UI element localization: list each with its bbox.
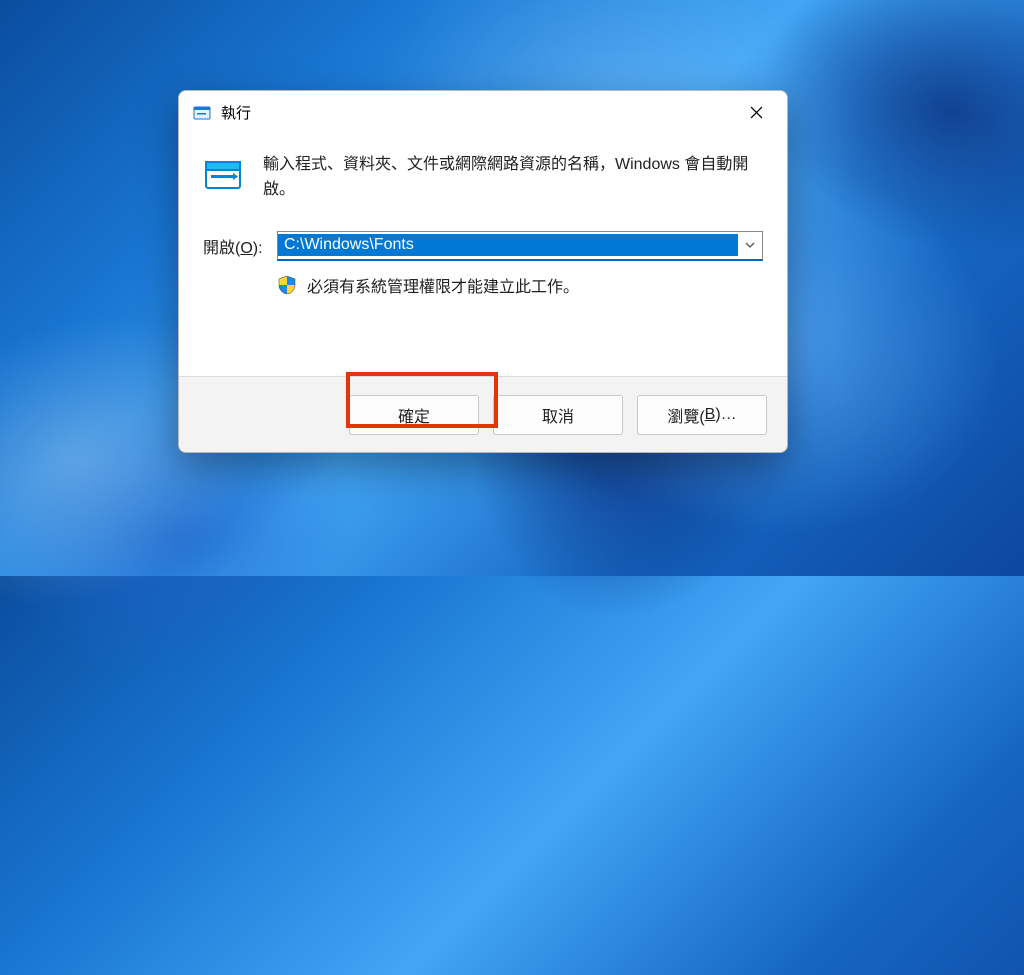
chevron-down-icon[interactable] xyxy=(738,232,762,259)
button-bar: 確定 取消 瀏覽(B)… xyxy=(179,376,787,452)
cancel-button[interactable]: 取消 xyxy=(493,395,623,435)
titlebar[interactable]: 執行 xyxy=(179,91,787,135)
run-prompt-icon xyxy=(203,155,243,195)
close-button[interactable] xyxy=(733,98,779,128)
path-input-value[interactable]: C:\Windows\Fonts xyxy=(278,234,738,256)
dialog-body: 輸入程式、資料夾、文件或網際網路資源的名稱，Windows 會自動開啟。 開啟(… xyxy=(179,135,787,376)
admin-notice: 必須有系統管理權限才能建立此工作。 xyxy=(307,273,579,297)
run-dialog-icon xyxy=(193,104,211,122)
dialog-title: 執行 xyxy=(221,102,251,123)
ok-button[interactable]: 確定 xyxy=(349,395,479,435)
path-combobox[interactable]: C:\Windows\Fonts xyxy=(277,231,763,261)
dialog-description: 輸入程式、資料夾、文件或網際網路資源的名稱，Windows 會自動開啟。 xyxy=(263,153,763,203)
open-label: 開啟(O): xyxy=(203,234,267,258)
run-dialog: 執行 輸入程式、資料夾、文件或網際網路資源的名稱，Windows 會自動開啟。 … xyxy=(178,90,788,453)
uac-shield-icon xyxy=(277,275,297,295)
browse-button[interactable]: 瀏覽(B)… xyxy=(637,395,767,435)
